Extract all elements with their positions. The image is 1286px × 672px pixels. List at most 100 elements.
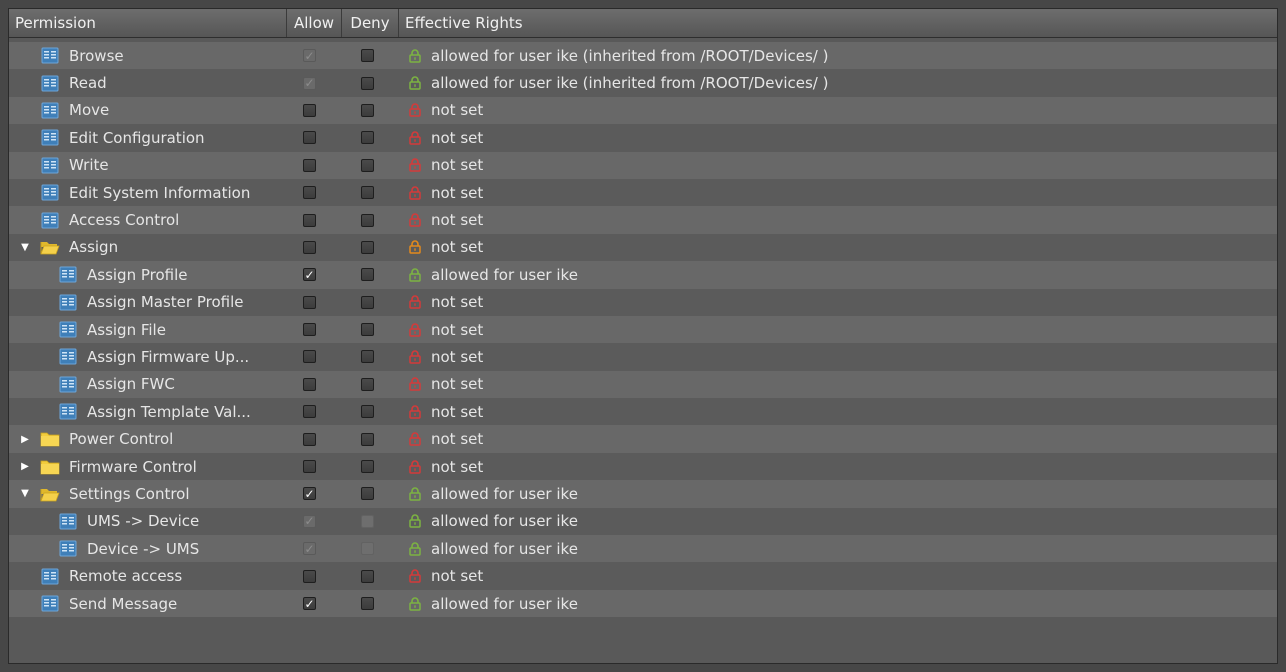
lock-icon — [405, 377, 431, 392]
permission-cell: Assign Template Val... — [9, 398, 287, 425]
deny-checkbox[interactable] — [361, 487, 374, 501]
table-row[interactable]: Write not set — [9, 151, 1277, 179]
lock-icon — [405, 131, 431, 145]
deny-checkbox[interactable] — [361, 186, 374, 200]
deny-checkbox[interactable] — [361, 350, 374, 364]
table-row[interactable]: Assign Master Profile not set — [9, 288, 1277, 316]
allow-cell — [287, 152, 342, 179]
allow-checkbox[interactable] — [303, 323, 316, 337]
collapsed-arrow-icon[interactable]: ▶ — [17, 461, 33, 472]
allow-checkbox: ✓ — [303, 76, 316, 91]
permission-item-icon — [57, 348, 79, 366]
deny-checkbox[interactable] — [361, 432, 374, 446]
allow-checkbox[interactable] — [303, 295, 316, 309]
permission-label: Firmware Control — [69, 457, 197, 476]
expanded-arrow-icon[interactable]: ▼ — [17, 488, 33, 499]
allow-checkbox[interactable] — [303, 186, 316, 200]
deny-checkbox[interactable] — [361, 158, 374, 172]
expanded-arrow-icon[interactable]: ▼ — [17, 242, 33, 253]
effective-rights-text: not set — [431, 238, 484, 257]
collapsed-arrow-icon[interactable]: ▶ — [17, 434, 33, 445]
allow-checkbox[interactable] — [303, 131, 316, 145]
deny-checkbox[interactable] — [361, 405, 374, 419]
table-row[interactable]: Remote access not set — [9, 562, 1277, 590]
allow-checkbox[interactable] — [303, 460, 316, 474]
table-row[interactable]: Edit System Information not set — [9, 178, 1277, 207]
table-row[interactable]: ▶ Power Control not set — [9, 425, 1277, 453]
table-row[interactable]: ▼ Assign not set — [9, 233, 1277, 262]
deny-checkbox[interactable] — [361, 240, 374, 254]
column-header-deny[interactable]: Deny — [342, 9, 399, 37]
permission-item-icon — [39, 211, 61, 229]
column-header-permission[interactable]: Permission — [9, 9, 287, 37]
lock-icon — [405, 185, 431, 200]
deny-checkbox[interactable] — [361, 377, 374, 391]
deny-checkbox[interactable] — [361, 597, 374, 610]
permission-cell: ▶ Power Control — [9, 425, 287, 452]
permission-cell: Remote access — [9, 562, 287, 589]
lock-icon — [405, 295, 431, 309]
allow-checkbox[interactable] — [303, 350, 316, 364]
lock-icon — [405, 405, 431, 419]
deny-cell — [342, 480, 399, 507]
table-row[interactable]: Assign Template Val... not set — [9, 398, 1277, 426]
table-row[interactable]: Read ✓ allowed for user ike (inherited fro… — [9, 69, 1277, 97]
permission-item-icon — [57, 540, 79, 558]
deny-checkbox[interactable] — [361, 460, 374, 474]
deny-checkbox[interactable] — [361, 323, 374, 337]
table-row[interactable]: Assign FWC not set — [9, 370, 1277, 399]
permission-item-icon — [57, 266, 79, 284]
deny-checkbox — [361, 514, 374, 528]
deny-checkbox[interactable] — [361, 103, 374, 117]
allow-checkbox[interactable]: ✓ — [303, 597, 316, 610]
allow-checkbox[interactable] — [303, 405, 316, 419]
folder-open-icon — [39, 238, 61, 256]
deny-checkbox[interactable] — [361, 295, 374, 309]
column-header-allow[interactable]: Allow — [287, 9, 342, 37]
allow-checkbox[interactable] — [303, 103, 316, 117]
allow-checkbox[interactable] — [303, 569, 316, 583]
permission-label: Assign — [69, 238, 119, 257]
deny-checkbox[interactable] — [361, 49, 374, 63]
deny-checkbox[interactable] — [361, 268, 374, 282]
deny-checkbox[interactable] — [361, 131, 374, 145]
allow-cell — [287, 425, 342, 452]
table-row[interactable]: ▶ Firmware Control not set — [9, 452, 1277, 481]
allow-checkbox[interactable] — [303, 377, 316, 391]
permission-item-icon — [57, 321, 79, 339]
permission-cell: Assign File — [9, 316, 287, 343]
table-row[interactable]: Access Control not set — [9, 206, 1277, 234]
permission-label: Assign FWC — [87, 375, 175, 394]
table-row[interactable]: Send Message ✓ allowed for user ike — [9, 589, 1277, 618]
allow-cell: ✓ — [287, 535, 342, 562]
table-row[interactable]: Move not set — [9, 96, 1277, 125]
table-row[interactable]: ▼ Settings Control ✓ allowed for user ike — [9, 480, 1277, 508]
allow-checkbox[interactable] — [303, 158, 316, 172]
allow-checkbox[interactable] — [303, 240, 316, 254]
table-row[interactable]: Assign Profile ✓ allowed for user ike — [9, 261, 1277, 289]
allow-checkbox[interactable]: ✓ — [303, 268, 316, 282]
lock-icon — [405, 76, 431, 90]
allow-checkbox[interactable] — [303, 432, 316, 446]
deny-checkbox[interactable] — [361, 213, 374, 227]
allow-checkbox[interactable] — [303, 213, 316, 227]
deny-cell — [342, 590, 399, 617]
lock-icon — [405, 103, 431, 118]
effective-rights-cell: not set — [399, 124, 1277, 151]
table-row[interactable]: Browse ✓ allowed for user ike (inherited f… — [9, 42, 1277, 70]
deny-checkbox[interactable] — [361, 569, 374, 583]
effective-rights-cell: allowed for user ike — [399, 508, 1277, 535]
table-row[interactable]: Device -> UMS ✓ allowed for user ike — [9, 535, 1277, 563]
effective-rights-cell: allowed for user ike — [399, 535, 1277, 562]
deny-cell — [342, 425, 399, 452]
table-row[interactable]: Assign Firmware Up... not set — [9, 343, 1277, 371]
deny-checkbox[interactable] — [361, 76, 374, 90]
permission-item-icon — [39, 595, 61, 613]
table-row[interactable]: Assign File not set — [9, 315, 1277, 344]
table-row[interactable]: Edit Configuration not set — [9, 124, 1277, 152]
permission-cell: Assign FWC — [9, 371, 287, 398]
column-header-effective-rights[interactable]: Effective Rights — [399, 9, 1277, 37]
permissions-table: Permission Allow Deny Effective Rights B… — [8, 8, 1278, 664]
table-row[interactable]: UMS -> Device ✓ allowed for user ike — [9, 507, 1277, 536]
allow-checkbox[interactable]: ✓ — [303, 487, 316, 501]
